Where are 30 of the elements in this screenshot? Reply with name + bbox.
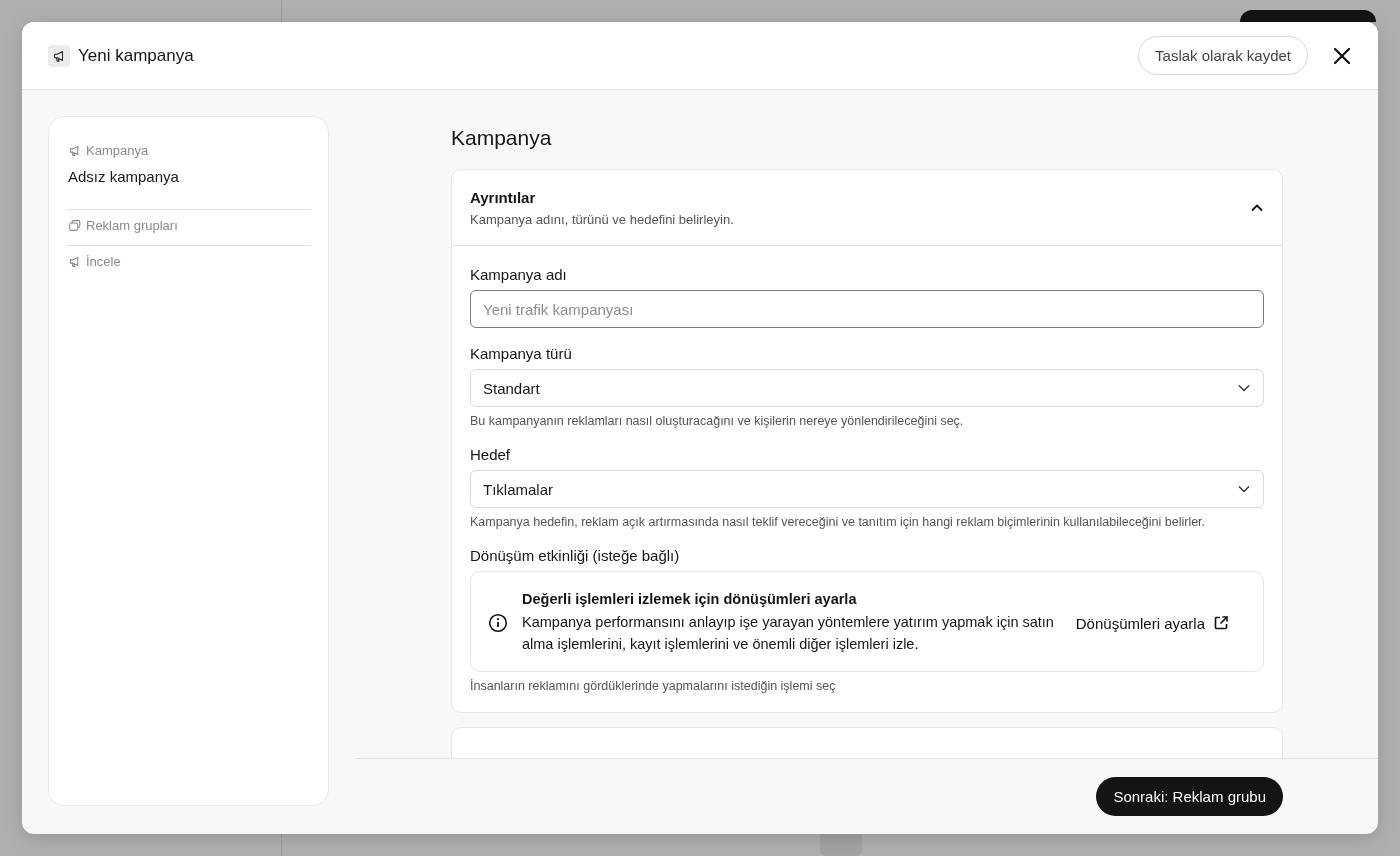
field-hint: Bu kampanyanın reklamları nasıl oluşturacağını ve kişilerin nereye yönlendirileceğini seç. [470,414,964,428]
section-heading: Kampanya [451,126,553,150]
next-button[interactable]: Sonraki: Reklam grubu [1096,777,1283,816]
field-label: Kampanya adı [470,266,567,283]
card-title: Ayrıntılar [470,189,537,206]
field-label: Hedef [470,446,511,463]
field-label: Kampanya türü [470,345,572,362]
select-field[interactable]: Standart [470,369,1264,407]
info-icon [488,613,508,633]
close-icon[interactable] [1332,45,1352,66]
stack-icon [68,219,81,232]
megaphone-icon [68,255,81,268]
field-label: Dönüşüm etkinliği (isteğe bağlı) [470,547,680,564]
step-label[interactable]: Kampanya [86,143,149,158]
step-value: Adsız kampanya [68,168,180,187]
step-label[interactable]: İncele [86,254,121,269]
dialog-title: Yeni kampanya [78,45,195,66]
megaphone-icon [48,44,70,67]
megaphone-icon [68,144,81,157]
save-draft-button[interactable]: Taslak olarak kaydet [1138,36,1308,75]
input-field[interactable]: Yeni trafik kampanyası [470,290,1264,328]
select-field[interactable]: Tıklamalar [470,470,1264,508]
callout-text: Kampanya performansını anlayıp işe yarayan yöntemlere yatırım yapmak için satın alma işlemlerini, kayıt işlemlerini ve önemli diğer işlemleri izle. [522,613,1055,654]
callout-title: Değerli işlemleri izlemek için dönüşümleri ayarla [522,591,858,607]
step-label[interactable]: Reklam grupları [86,218,178,233]
field-hint: Kampanya hedefin, reklam açık artırmasında nasıl teklif vereceğini ve tanıtım için hangi reklam biçimlerinin kullanılabileceğini belirler. [470,515,1206,529]
card-subtitle: Kampanya adını, türünü ve hedefini belirleyin. [470,212,735,227]
external-link-icon [1213,615,1229,631]
field-hint: İnsanların reklamını gördüklerinde yapmalarını istediğin işlemi seç [470,679,836,693]
set-conversions-link[interactable]: Dönüşümleri ayarla [1075,614,1229,632]
